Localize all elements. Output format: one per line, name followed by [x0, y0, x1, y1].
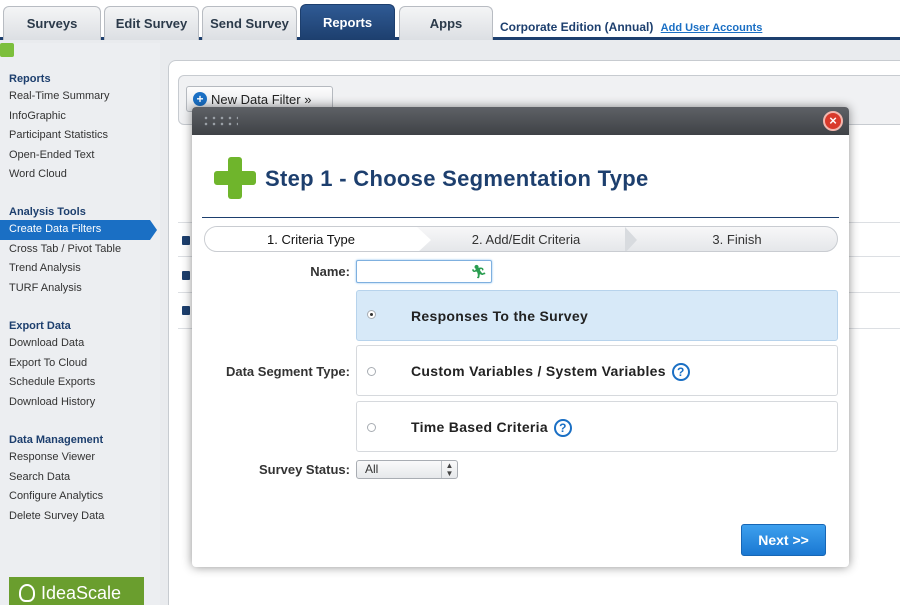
name-field[interactable]: 🏃︎ — [356, 260, 492, 283]
segment-option-label: Custom Variables / System Variables? — [411, 363, 690, 382]
next-button[interactable]: Next >> — [741, 524, 826, 556]
top-nav-bar: Surveys Edit Survey Send Survey Reports … — [0, 0, 900, 40]
select-arrows-icon: ▲ ▼ — [441, 461, 457, 478]
help-icon[interactable]: ? — [671, 363, 690, 382]
lock-icon — [182, 236, 190, 245]
sidebar-group-data-management: Data Management Response Viewer Search D… — [0, 432, 160, 526]
sidebar-heading: Data Management — [9, 434, 104, 446]
survey-status-value: All — [365, 462, 379, 476]
sidebar-puzzle-icon — [0, 43, 14, 57]
wizard-steps: 1. Criteria Type 2. Add/Edit Criteria 3.… — [204, 226, 838, 252]
survey-status-label: Survey Status: — [258, 462, 350, 477]
segment-option-label: Time Based Criteria? — [411, 419, 572, 438]
wizard-step-criteria-type: 1. Criteria Type — [205, 227, 417, 251]
sidebar-group-analysis-tools: Analysis Tools Create Data Filters Cross… — [0, 204, 160, 298]
tab-surveys[interactable]: Surveys — [3, 6, 101, 40]
help-icon[interactable]: ? — [553, 419, 572, 438]
sidebar-item-trend-analysis[interactable]: Trend Analysis — [0, 259, 160, 279]
sidebar-item-configure-analytics[interactable]: Configure Analytics — [0, 487, 160, 507]
tab-send-survey[interactable]: Send Survey — [202, 6, 297, 40]
sidebar-item-search-data[interactable]: Search Data — [0, 468, 160, 488]
sidebar-item-real-time-summary[interactable]: Real-Time Summary — [0, 87, 160, 107]
sidebar-item-cross-tab[interactable]: Cross Tab / Pivot Table — [0, 240, 160, 260]
sidebar: Reports Real-Time Summary InfoGraphic Pa… — [0, 43, 160, 605]
edition-label: Corporate Edition (Annual) Add User Acco… — [500, 20, 762, 34]
sidebar-item-participant-statistics[interactable]: Participant Statistics — [0, 126, 160, 146]
radio-unselected[interactable] — [367, 367, 376, 376]
modal-title: Step 1 - Choose Segmentation Type — [265, 166, 649, 191]
sidebar-heading: Export Data — [9, 320, 71, 332]
wizard-chevron — [417, 227, 431, 251]
title-divider — [202, 217, 839, 218]
sidebar-item-delete-survey-data[interactable]: Delete Survey Data — [0, 507, 160, 527]
sidebar-item-word-cloud[interactable]: Word Cloud — [0, 165, 160, 185]
tab-reports[interactable]: Reports — [300, 4, 395, 40]
survey-status-select[interactable]: All ▲ ▼ — [356, 460, 458, 479]
lightbulb-icon — [19, 584, 35, 602]
sidebar-group-reports: Reports Real-Time Summary InfoGraphic Pa… — [0, 71, 160, 185]
sidebar-group-export-data: Export Data Download Data Export To Clou… — [0, 318, 160, 412]
edition-text: Corporate Edition (Annual) — [500, 20, 654, 34]
sidebar-item-schedule-exports[interactable]: Schedule Exports — [0, 373, 160, 393]
segment-option-label: Responses To the Survey — [411, 308, 589, 324]
segment-option-time-based[interactable]: Time Based Criteria? — [356, 401, 838, 452]
plus-circle-icon: + — [193, 92, 207, 106]
sidebar-item-response-viewer[interactable]: Response Viewer — [0, 448, 160, 468]
segment-option-text: Time Based Criteria — [411, 419, 548, 435]
sidebar-item-export-to-cloud[interactable]: Export To Cloud — [0, 354, 160, 374]
sidebar-item-create-data-filters[interactable]: Create Data Filters — [0, 220, 157, 240]
lock-icon — [182, 271, 190, 280]
sidebar-item-turf-analysis[interactable]: TURF Analysis — [0, 279, 160, 299]
tab-edit-survey[interactable]: Edit Survey — [104, 6, 199, 40]
autofill-runner-icon[interactable]: 🏃︎ — [470, 264, 487, 280]
logo-text: IdeaScale — [41, 582, 122, 603]
wizard-step-finish: 3. Finish — [712, 232, 762, 247]
sidebar-item-download-history[interactable]: Download History — [0, 393, 160, 413]
close-button[interactable]: × — [823, 111, 843, 131]
segment-option-responses[interactable]: Responses To the Survey — [356, 290, 838, 341]
name-label: Name: — [310, 264, 350, 279]
tab-apps[interactable]: Apps — [399, 6, 493, 40]
wizard-chevron — [625, 227, 637, 251]
sidebar-item-open-ended-text[interactable]: Open-Ended Text — [0, 146, 160, 166]
radio-unselected[interactable] — [367, 423, 376, 432]
sidebar-item-download-data[interactable]: Download Data — [0, 334, 160, 354]
lock-icon — [182, 306, 190, 315]
drag-grip-icon[interactable] — [202, 115, 238, 127]
sidebar-heading: Analysis Tools — [9, 206, 86, 218]
new-data-filter-label: New Data Filter » — [211, 91, 312, 107]
segment-type-label: Data Segment Type: — [225, 364, 350, 379]
green-plus-icon — [214, 157, 256, 199]
wizard-step-add-edit-criteria: 2. Add/Edit Criteria — [471, 232, 581, 247]
modal-titlebar[interactable]: × — [192, 107, 849, 135]
ideascale-logo[interactable]: IdeaScale — [9, 577, 144, 605]
segment-option-text: Custom Variables / System Variables — [411, 363, 666, 379]
segment-option-custom-variables[interactable]: Custom Variables / System Variables? — [356, 345, 838, 396]
radio-selected[interactable] — [367, 310, 376, 319]
add-user-accounts-link[interactable]: Add User Accounts — [661, 22, 763, 34]
sidebar-heading: Reports — [9, 73, 51, 85]
sidebar-item-infographic[interactable]: InfoGraphic — [0, 107, 160, 127]
segmentation-modal: × Step 1 - Choose Segmentation Type 1. C… — [192, 107, 849, 567]
